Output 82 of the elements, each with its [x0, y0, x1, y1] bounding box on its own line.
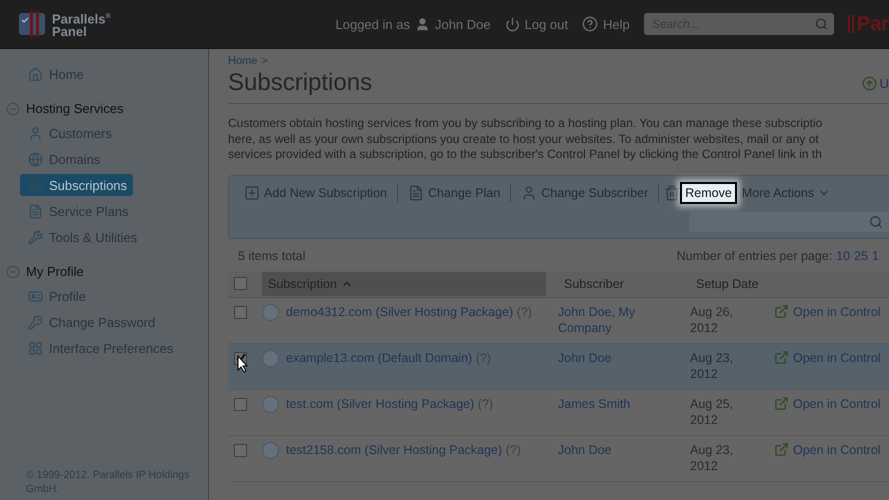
- checkbox[interactable]: [234, 398, 247, 410]
- table-row[interactable]: test2158.com (Silver Hosting Package) (?) John Doe Aug 23, 2012 Open in Control: [228, 435, 889, 481]
- power-icon: [504, 16, 520, 32]
- wrench-icon: [28, 230, 43, 244]
- status-icon: [262, 396, 279, 412]
- id-card-icon: [28, 288, 43, 304]
- person-icon: [521, 184, 538, 200]
- subscription-link[interactable]: test.com (Silver Hosting Package): [286, 396, 474, 410]
- logo-icon: [18, 10, 48, 38]
- search-icon: [869, 214, 883, 228]
- per-page-link[interactable]: 1: [872, 248, 879, 262]
- help-link[interactable]: Help: [582, 16, 630, 32]
- description-text: Customers obtain hosting services from you by subscribing to a hosting plan. You can manage these subscriptio here, as well as your own subscriptions you create to host your websites. To administer websites, mail or any ot services provided with a subscription, go to the subscriber's Control Panel by clicking the Control Panel link in th: [228, 116, 824, 162]
- status-icon: [262, 304, 279, 320]
- open-window-icon: [774, 442, 789, 457]
- subscription-link[interactable]: example13.com (Default Domain): [286, 350, 472, 364]
- checkbox[interactable]: [234, 444, 247, 456]
- toolbar-button[interactable]: Change Subscriber: [516, 180, 654, 204]
- subscriber-link[interactable]: John Doe: [558, 350, 653, 366]
- filter-field[interactable]: [689, 212, 889, 232]
- brand-logo: Par: [848, 12, 889, 36]
- breadcrumb-link[interactable]: Home: [228, 55, 258, 67]
- document-icon: [408, 184, 424, 200]
- toolbar-button[interactable]: Add New Subscription: [239, 180, 392, 204]
- mouse-cursor-icon: [237, 354, 249, 372]
- status-icon: [262, 442, 279, 458]
- logo-text: Parallels$^{®}$ Panel: [52, 10, 111, 38]
- grid-icon: [28, 340, 43, 356]
- logged-in-label: Logged in as: [336, 16, 410, 32]
- help-hint[interactable]: (?): [516, 304, 532, 318]
- arrow-up-icon: [862, 76, 877, 90]
- person-icon: [414, 16, 430, 32]
- table-row[interactable]: demo4312.com (Silver Hosting Package) (?) John Doe, My Company Aug 26, 2012 Open in Control: [228, 297, 889, 343]
- trash-icon: [664, 184, 680, 200]
- breadcrumb-separator: >: [261, 55, 268, 67]
- menu-button[interactable]: More Actions: [736, 182, 836, 204]
- open-window-icon: [774, 350, 789, 365]
- open-control-panel-link[interactable]: Open in Control: [774, 396, 889, 412]
- subscription-link[interactable]: demo4312.com (Silver Hosting Package): [286, 304, 514, 318]
- section-header[interactable]: My Profile: [6, 264, 208, 279]
- person-icon: [28, 126, 43, 140]
- open-control-panel-link[interactable]: Open in Control: [774, 304, 889, 320]
- setup-date: Aug 23, 2012: [690, 350, 734, 382]
- setup-date: Aug 26, 2012: [690, 304, 734, 336]
- status-icon: [262, 350, 279, 366]
- section-header[interactable]: Hosting Services: [6, 101, 208, 116]
- document-icon: [28, 204, 43, 218]
- open-window-icon: [774, 304, 789, 319]
- per-page-link[interactable]: 10: [836, 248, 850, 262]
- subscriber-link[interactable]: John Doe, My Company: [558, 304, 653, 336]
- items-total: 5 items total: [238, 248, 306, 262]
- upgrade-link[interactable]: U: [862, 76, 889, 90]
- help-hint[interactable]: (?): [506, 442, 521, 456]
- toolbar-button[interactable]: Change Plan: [402, 180, 506, 204]
- help-hint[interactable]: (?): [478, 396, 494, 410]
- checkbox[interactable]: [234, 306, 247, 318]
- checkbox[interactable]: [234, 276, 247, 290]
- subscriber-link[interactable]: John Doe: [558, 442, 653, 458]
- user-link[interactable]: John Doe: [414, 16, 491, 32]
- logout-link[interactable]: Log out: [504, 16, 568, 32]
- help-hint[interactable]: (?): [476, 350, 491, 364]
- table-row[interactable]: test.com (Silver Hosting Package) (?) James Smith Aug 25, 2012 Open in Control: [228, 389, 889, 435]
- setup-date: Aug 25, 2012: [690, 396, 734, 428]
- open-window-icon: [774, 396, 789, 411]
- toolbar-button[interactable]: Remove: [680, 182, 737, 204]
- open-control-panel-link[interactable]: Open in Control: [774, 350, 889, 366]
- globe-icon: [28, 152, 43, 166]
- key-icon: [28, 314, 43, 330]
- house-icon: [28, 66, 43, 82]
- per-page-label: Number of entries per page:: [676, 248, 832, 262]
- subscriber-link[interactable]: James Smith: [558, 396, 653, 412]
- setup-date: Aug 23, 2012: [690, 442, 734, 474]
- add-icon: [244, 184, 260, 200]
- collapse-icon: [6, 264, 20, 278]
- help-icon: [582, 16, 598, 32]
- per-page-link[interactable]: 25: [854, 248, 868, 262]
- page-title: Subscriptions: [228, 69, 372, 97]
- subscription-link[interactable]: test2158.com (Silver Hosting Package): [286, 442, 502, 456]
- collapse-icon: [6, 102, 20, 116]
- search-icon: [814, 18, 828, 30]
- sidebar-item[interactable]: Subscriptions: [20, 174, 134, 196]
- open-control-panel-link[interactable]: Open in Control: [774, 442, 889, 458]
